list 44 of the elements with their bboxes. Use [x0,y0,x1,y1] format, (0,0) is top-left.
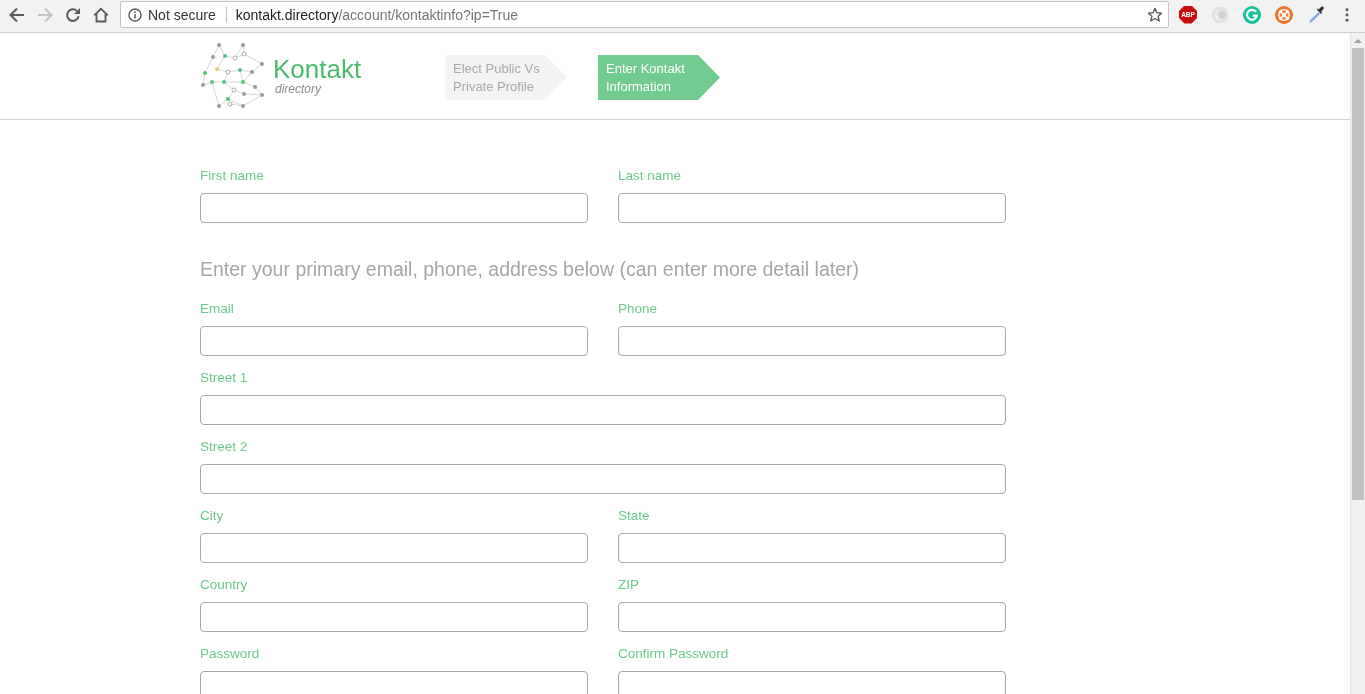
network-logo-icon [200,42,266,108]
field-label: Street 2 [200,438,249,456]
reload-icon[interactable] [65,6,81,23]
text-field[interactable] [618,602,1006,632]
field-label: City [200,507,225,525]
field-label: Country [200,576,249,594]
menu-icon[interactable] [1345,7,1349,22]
url-text[interactable]: kontakt.directory/account/kontaktinfo?ip=True [235,6,1148,23]
text-field[interactable] [618,193,1006,223]
eyedropper-icon[interactable] [1307,5,1325,24]
text-field[interactable] [618,533,1006,563]
logo-title: Kontakt [273,54,362,83]
field-label: Phone [618,300,659,318]
text-field[interactable] [200,602,588,632]
info-icon [128,7,142,22]
scrollbar-track[interactable] [1350,33,1365,694]
star-icon[interactable] [1148,7,1162,22]
text-field[interactable] [200,533,588,563]
scrollbar-thumb[interactable] [1352,48,1364,500]
field-label: Email [200,300,235,318]
field-label: State [618,507,651,525]
address-bar[interactable]: Not secure kontakt.directory/account/kontaktinfo?ip=True [120,1,1169,28]
section-heading: Enter your primary email, phone, address below (can enter more detail later) [200,257,860,282]
home-icon[interactable] [93,6,109,23]
field-label: ZIP [618,576,640,594]
text-field[interactable] [200,395,1006,425]
text-field[interactable] [200,671,588,694]
text-field[interactable] [618,671,1006,694]
logo-tagline: directory [275,82,323,96]
lifebuoy-icon[interactable] [1275,5,1293,24]
swirl-icon[interactable] [1211,5,1229,24]
text-field[interactable] [200,193,588,223]
security-chip[interactable]: Not secure [128,6,216,23]
text-field[interactable] [200,464,1006,494]
field-label: Street 1 [200,369,249,387]
field-label: Confirm Password [618,645,730,663]
field-label: Password [200,645,261,663]
back-arrow-icon[interactable] [9,6,25,23]
field-label: First name [200,167,265,185]
g-logo-icon[interactable] [1243,5,1261,24]
caret-up-icon[interactable] [1354,39,1362,43]
text-field[interactable] [200,326,588,356]
field-label: Last name [618,167,683,185]
text-field[interactable] [618,326,1006,356]
